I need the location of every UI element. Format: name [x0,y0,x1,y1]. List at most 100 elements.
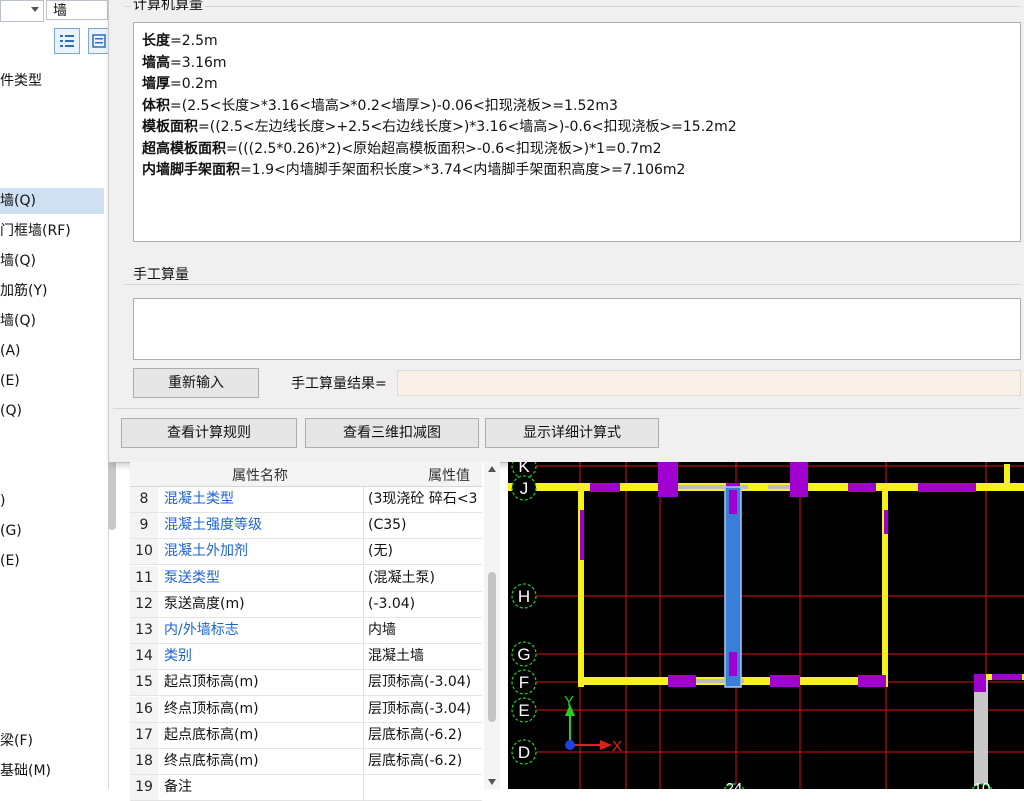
property-name: 终点顶标高(m) [164,700,259,717]
property-name: 备注 [164,779,192,796]
tree-item[interactable]: ) [0,488,104,514]
tree-item[interactable]: 梁(F) [0,728,104,754]
axis-label: F [519,673,529,692]
calc-line-thickness: 墙厚=0.2m [142,74,1012,96]
scrollbar-thumb[interactable] [488,572,496,722]
property-scrollbar[interactable] [484,462,500,789]
column[interactable] [729,490,737,514]
manual-result-field[interactable] [397,370,1021,396]
property-row[interactable]: 12 泵送高度(m) (-3.04) [130,591,482,618]
property-value[interactable]: (C35) [368,513,482,538]
ucs-x-label: X [612,738,622,755]
column[interactable] [729,652,737,676]
tree-item[interactable]: 墙(Q) [0,308,104,334]
property-row[interactable]: 19 备注 [130,775,482,801]
property-value[interactable]: 层底标高(-6.2) [368,723,482,748]
component-type-dropdown[interactable] [0,0,44,22]
property-row[interactable]: 13 内/外墙标志 内墙 [130,618,482,644]
detail-view-button[interactable] [88,28,108,54]
tree-item[interactable]: 件类型 [0,68,104,94]
axis-label: K [518,462,530,476]
column[interactable] [790,462,808,497]
property-name-header: 属性名称 [232,468,288,484]
property-row[interactable]: 14 类别 混凝土墙 [130,644,482,671]
wall[interactable] [1004,464,1010,484]
property-name: 起点底标高(m) [164,726,259,743]
column-divider [363,775,364,801]
calc-line-height: 墙高=3.16m [142,53,1012,75]
column[interactable] [848,483,876,492]
column-divider [363,513,364,540]
property-value[interactable] [368,775,482,800]
tree-item[interactable]: 门框墙(RF) [0,218,104,244]
scroll-down-icon[interactable] [488,779,496,785]
tree-item-selected[interactable]: 墙(Q) [0,188,104,214]
property-value[interactable]: 混凝土墙 [368,644,482,669]
property-value[interactable]: (混凝土泵) [368,566,482,591]
component-name-field[interactable]: 墙 [46,0,108,20]
tree-item[interactable]: (A) [0,338,104,364]
tree-item[interactable]: (E) [0,548,104,574]
calc-line-overheight-formwork: 超高模板面积=(((2.5*0.26)*2)<原始超高模板面积>-0.6<扣现浇… [142,139,1012,161]
tree-item[interactable]: (G) [0,518,104,544]
tree-item[interactable]: 基础(M) [0,758,104,784]
tree-item[interactable]: (Q) [0,398,104,424]
column[interactable] [770,675,800,687]
property-name: 终点底标高(m) [164,753,259,769]
property-row[interactable]: 17 起点底标高(m) 层底标高(-6.2) [130,722,482,749]
tree-item[interactable]: 加筋(Y) [0,278,104,304]
property-value[interactable]: 层底标高(-6.2) [368,749,482,774]
property-value[interactable]: (-3.04) [368,592,482,617]
floor-plan-drawing[interactable]: KJ H GFE D 24 10 Y X [508,462,1024,789]
tree-item[interactable]: (E) [0,368,104,394]
property-value[interactable]: 内墙 [368,618,482,643]
manual-quantity-textbox[interactable] [133,298,1021,360]
property-name: 类别 [164,648,192,665]
row-number: 18 [130,749,158,774]
tree-item[interactable]: 墙(Q) [0,248,104,274]
property-name: 起点顶标高(m) [164,674,259,691]
property-row[interactable]: 16 终点顶标高(m) 层顶标高(-3.04) [130,696,482,723]
calc-expression: =3.16m [170,54,227,71]
view-calc-rules-button[interactable]: 查看计算规则 [121,418,297,448]
cad-drawing-canvas[interactable]: K J H G F E D 24 10 Y X [508,462,1024,789]
computed-quantity-textbox[interactable]: 长度=2.5m 墙高=3.16m 墙厚=0.2m 体积=(2.5<长度>*3.1… [133,22,1021,242]
property-value[interactable]: (3现浇砼 碎石<3 [368,487,482,512]
column[interactable] [580,510,584,560]
column[interactable] [658,462,678,497]
calc-expression: =2.5m [170,33,218,49]
property-row[interactable]: 8 混凝土类型 (3现浇砼 碎石<3 [130,487,482,513]
property-row[interactable]: 10 混凝土外加剂 (无) [130,539,482,566]
property-row[interactable]: 15 起点顶标高(m) 层顶标高(-3.04) [130,670,482,697]
column[interactable] [590,483,620,492]
property-value-header: 属性值 [428,468,470,484]
axis-label: J [520,479,529,498]
property-value[interactable]: (无) [368,539,482,564]
property-name: 混凝土类型 [164,491,234,507]
property-name: 混凝土外加剂 [164,543,248,560]
reenter-button[interactable]: 重新输入 [133,368,259,398]
list-view-button[interactable] [54,28,80,54]
scroll-up-icon[interactable] [488,466,496,472]
property-row[interactable]: 9 混凝土强度等级 (C35) [130,513,482,540]
row-number: 11 [130,565,158,591]
column[interactable] [974,674,986,692]
component-tree-panel: 墙 件类型 墙(Q) 门框墙(RF) 墙(Q) 加筋(Y) 墙(Q) (A) (… [0,0,109,789]
column[interactable] [668,675,696,687]
show-detailed-formula-button[interactable]: 显示详细计算式 [485,418,659,448]
view-3d-deduction-button[interactable]: 查看三维扣减图 [305,418,479,448]
column[interactable] [884,510,888,534]
row-number: 10 [130,539,158,565]
column[interactable] [918,483,976,492]
property-row[interactable]: 11 泵送类型 (混凝土泵) [130,565,482,592]
calc-label: 内墙脚手架面积 [142,162,240,178]
calc-label: 模板面积 [142,119,198,135]
column[interactable] [858,675,886,687]
calc-expression: =(((2.5*0.26)*2)<原始超高模板面积>-0.6<扣现浇板>)*1=… [226,140,662,157]
property-value[interactable]: 层顶标高(-3.04) [368,670,482,695]
ucs-origin [565,740,575,750]
row-number: 14 [130,644,158,670]
column[interactable] [992,674,1022,680]
property-row[interactable]: 18 终点底标高(m) 层底标高(-6.2) [130,749,482,775]
property-value[interactable]: 层顶标高(-3.04) [368,697,482,722]
